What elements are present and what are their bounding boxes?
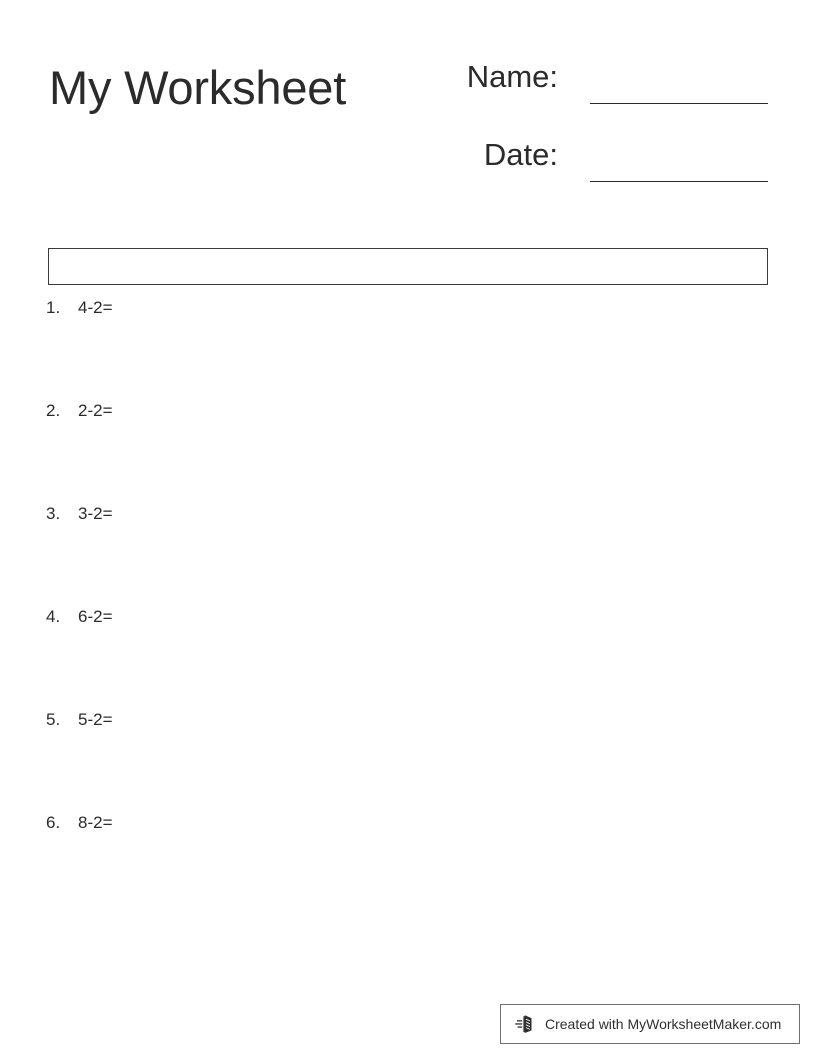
question-row: 4. 6-2=: [46, 605, 768, 708]
instructions-box[interactable]: [48, 248, 768, 285]
attribution-text: Created with MyWorksheetMaker.com: [545, 1016, 782, 1032]
question-expression: 6-2=: [78, 607, 113, 626]
name-field-row: Name:: [440, 55, 780, 133]
question-number: 5.: [46, 710, 61, 729]
question-number: 1.: [46, 298, 61, 317]
question-expression: 3-2=: [78, 504, 113, 523]
worksheet-page: My Worksheet Name: Date: 1. 4-2= 2. 2-2=…: [0, 0, 816, 1056]
question-row: 6. 8-2=: [46, 811, 768, 914]
question-expression: 2-2=: [78, 401, 113, 420]
question-number: 2.: [46, 401, 61, 420]
student-info-fields: Name: Date:: [440, 55, 780, 211]
question-list: 1. 4-2= 2. 2-2= 3. 3-2= 4. 6-2= 5. 5-2= …: [46, 296, 768, 914]
question-row: 3. 3-2=: [46, 502, 768, 605]
question-expression: 8-2=: [78, 813, 113, 832]
name-field-label: Name:: [466, 59, 558, 94]
question-row: 2. 2-2=: [46, 399, 768, 502]
question-expression: 4-2=: [78, 298, 113, 317]
worksheet-maker-logo-icon: [515, 1015, 532, 1034]
question-number: 3.: [46, 504, 61, 523]
question-row: 5. 5-2=: [46, 708, 768, 811]
name-field-input[interactable]: [590, 103, 768, 104]
date-field-input[interactable]: [590, 181, 768, 182]
question-row: 1. 4-2=: [46, 296, 768, 399]
date-field-row: Date:: [440, 133, 780, 211]
attribution-badge[interactable]: Created with MyWorksheetMaker.com: [500, 1004, 800, 1044]
page-title: My Worksheet: [49, 61, 347, 114]
date-field-label: Date:: [483, 137, 558, 172]
question-number: 6.: [46, 813, 61, 832]
worksheet-header: My Worksheet Name: Date:: [0, 0, 816, 215]
question-number: 4.: [46, 607, 61, 626]
question-expression: 5-2=: [78, 710, 113, 729]
